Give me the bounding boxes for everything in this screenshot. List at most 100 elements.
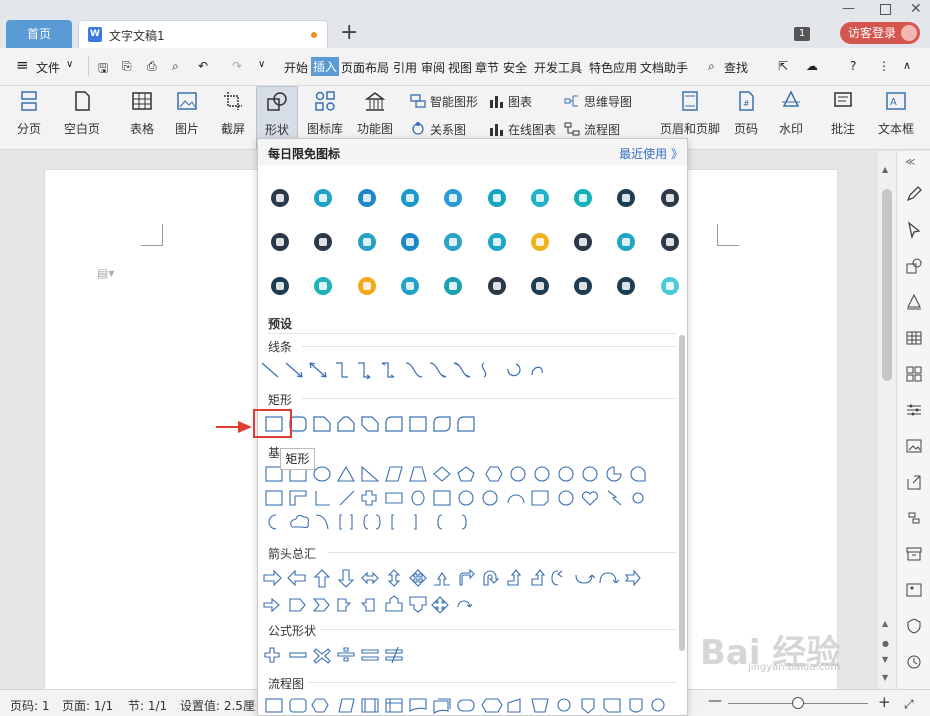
left-arrow-callout-shape[interactable] — [360, 598, 375, 612]
striped-right-arrow-shape[interactable] — [624, 569, 641, 587]
menu-insert[interactable]: 插入 — [311, 57, 340, 76]
daily-free-icon[interactable] — [444, 189, 463, 207]
edit-pen-icon[interactable] — [905, 185, 923, 203]
chart-button[interactable]: 图表 — [488, 90, 538, 112]
menu-developer[interactable]: 开发工具 — [534, 59, 582, 76]
textbox-button[interactable]: A 文本框 — [872, 86, 920, 150]
flow-card-shape[interactable] — [603, 698, 621, 713]
menu-chapter[interactable]: 章节 — [475, 59, 499, 76]
bevel-shape[interactable] — [458, 490, 474, 506]
rounded-rectangle-shape[interactable] — [289, 416, 307, 432]
menu-file[interactable]: 文件 — [36, 59, 60, 76]
decagon-shape[interactable] — [558, 466, 574, 482]
menu-start[interactable]: 开始 — [284, 59, 308, 76]
right-bracket-shape[interactable] — [414, 514, 417, 530]
cloud-shape[interactable] — [290, 514, 310, 529]
daily-free-icon[interactable] — [271, 189, 289, 207]
right-triangle-shape[interactable] — [361, 465, 380, 482]
grid-apps-icon[interactable] — [905, 365, 923, 383]
daily-free-icon[interactable] — [617, 277, 636, 295]
left-bracket-shape[interactable] — [391, 514, 394, 530]
flowchart-button[interactable]: 流程图 — [564, 118, 634, 140]
curve-shape[interactable] — [481, 362, 487, 378]
flow-punched-tape-shape[interactable] — [629, 698, 643, 713]
menu-reference[interactable]: 引用 — [393, 59, 417, 76]
flow-manual-input-shape[interactable] — [507, 698, 521, 713]
arrow-line-shape[interactable] — [285, 362, 303, 378]
pie-shape[interactable] — [606, 466, 622, 482]
heart-shape[interactable] — [581, 491, 599, 506]
flow-manual-operation-shape[interactable] — [531, 698, 549, 713]
daily-free-icon[interactable] — [660, 189, 679, 207]
multiply-shape[interactable] — [313, 648, 331, 664]
smart-graphic-button[interactable]: 智能图形 — [410, 90, 484, 112]
share-icon[interactable]: ⇱ — [778, 59, 788, 73]
scroll-up-page-icon[interactable]: ▲ — [882, 619, 888, 628]
new-tab-plus-icon[interactable]: + — [340, 22, 358, 44]
quad-arrow-callout-shape[interactable] — [431, 596, 449, 613]
more-icon[interactable]: ⋮ — [878, 59, 890, 73]
snip-diagonal-rect-shape[interactable] — [361, 416, 379, 432]
frame-shape[interactable] — [265, 490, 283, 506]
export-pdf-icon[interactable]: ⎘ — [122, 59, 132, 74]
diagonal-stripe-shape[interactable] — [339, 490, 355, 506]
cross-shape[interactable] — [361, 490, 377, 506]
paragraph-options-icon[interactable]: ▤▾ — [97, 266, 114, 280]
equal-shape[interactable] — [361, 649, 379, 661]
cube-shape[interactable] — [433, 490, 451, 506]
oval-shape[interactable] — [313, 466, 331, 482]
daily-free-icon[interactable] — [357, 189, 376, 207]
daily-free-icon[interactable] — [487, 277, 506, 295]
left-right-up-arrow-shape[interactable] — [434, 572, 450, 586]
lightning-bolt-shape[interactable] — [607, 490, 622, 506]
trapezoid-shape[interactable] — [409, 466, 427, 482]
teardrop-shape[interactable] — [630, 466, 646, 482]
daily-free-icon[interactable] — [400, 233, 419, 251]
zoom-in-icon[interactable]: + — [878, 693, 891, 711]
scroll-indicator-icon[interactable]: ● — [882, 639, 889, 648]
flow-connector-shape[interactable] — [557, 698, 571, 712]
notched-right-arrow-shape[interactable] — [263, 597, 280, 613]
archive-icon[interactable] — [905, 545, 923, 563]
daily-free-icon[interactable] — [357, 277, 376, 295]
menu-page-layout[interactable]: 页面布局 — [341, 59, 389, 76]
bent-up-arrow-shape[interactable] — [531, 569, 546, 586]
minus-shape[interactable] — [289, 652, 307, 658]
pentagon-arrow-shape[interactable] — [289, 598, 306, 612]
flow-process-shape[interactable] — [265, 698, 283, 713]
left-right-arrow-shape[interactable] — [361, 571, 379, 585]
screenshot-button[interactable]: 截屏 — [212, 86, 254, 150]
round-diagonal-rect-shape[interactable] — [433, 416, 451, 432]
page-number-button[interactable]: # 页码 — [726, 86, 766, 150]
double-brace-shape[interactable] — [363, 514, 381, 530]
line-shape[interactable] — [261, 362, 279, 378]
help-icon[interactable]: ? — [850, 59, 856, 73]
online-chart-button[interactable]: 在线图表 — [488, 118, 560, 140]
daily-free-icon[interactable] — [660, 277, 679, 295]
daily-free-icon[interactable] — [314, 277, 333, 295]
flow-predefined-process-shape[interactable] — [361, 698, 379, 713]
style-icon[interactable] — [905, 293, 923, 311]
page-break-button[interactable]: 分页 — [6, 86, 52, 150]
left-up-arrow-shape[interactable] — [507, 569, 522, 586]
parallelogram-shape[interactable] — [385, 466, 403, 482]
right-arrow-shape[interactable] — [263, 569, 282, 587]
right-arrow-callout-shape[interactable] — [337, 598, 352, 612]
settings-sliders-icon[interactable] — [905, 401, 923, 419]
double-arrow-line-shape[interactable] — [309, 362, 327, 378]
picture-pane-icon[interactable] — [905, 581, 923, 599]
tools-icon[interactable] — [905, 509, 923, 527]
tab-document[interactable]: W 文字文稿1 — [78, 20, 328, 48]
daily-free-icon[interactable] — [400, 189, 419, 207]
relation-chart-button[interactable]: 关系图 — [410, 118, 474, 140]
daily-free-icon[interactable] — [314, 189, 333, 207]
smiley-face-shape[interactable] — [558, 490, 574, 506]
blank-page-button[interactable]: 空白页 — [56, 86, 108, 150]
up-down-arrow-shape[interactable] — [387, 569, 401, 587]
menu-view[interactable]: 视图 — [448, 59, 472, 76]
scroll-up-icon[interactable]: ▲ — [882, 165, 888, 174]
diamond-shape[interactable] — [433, 466, 451, 482]
daily-free-icon[interactable] — [487, 233, 506, 251]
comment-button[interactable]: 批注 — [824, 86, 862, 150]
snip-corner-rect-shape[interactable] — [313, 416, 331, 432]
